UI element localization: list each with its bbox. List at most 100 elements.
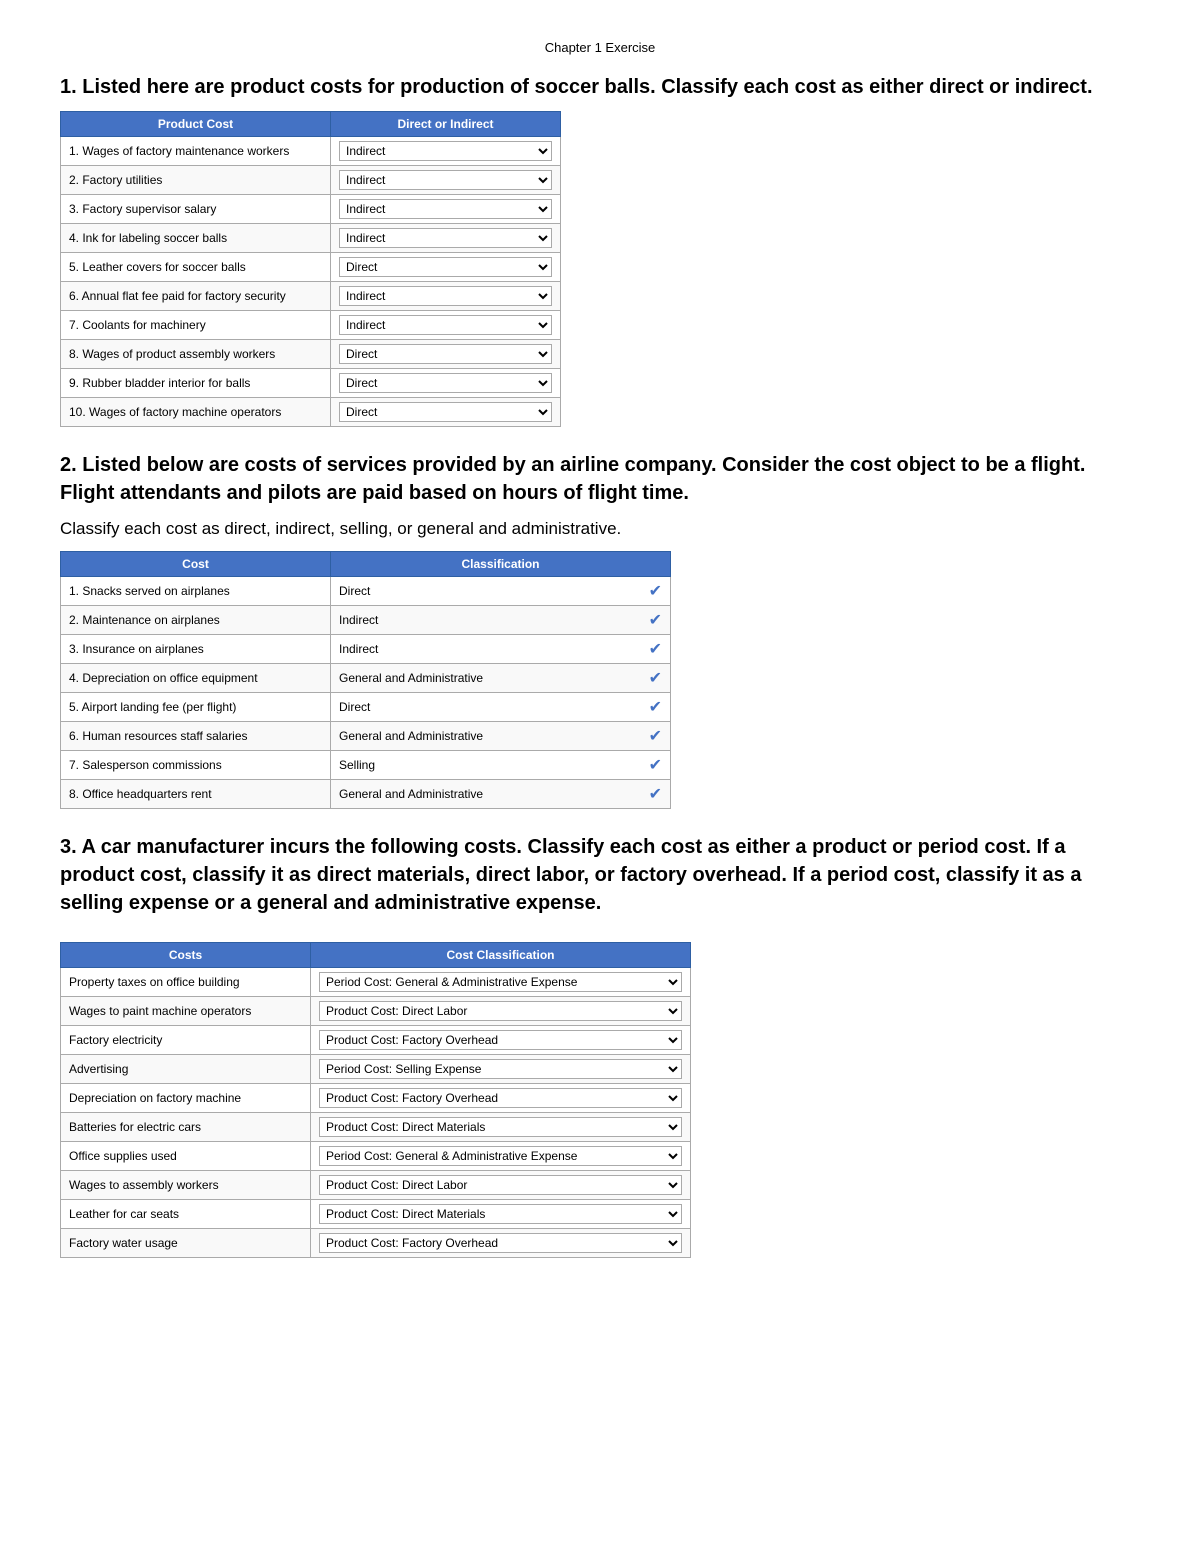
q3-classification-cell[interactable]: Period Cost: General & Administrative Ex… [311,1228,691,1257]
table-row: Depreciation on factory machine Period Co… [61,1083,691,1112]
q2-cost-cell: 6. Human resources staff salaries [61,721,331,750]
q1-classification-cell[interactable]: DirectIndirect [331,340,561,369]
q3-cost-cell: Advertising [61,1054,311,1083]
q1-classification-cell[interactable]: DirectIndirect [331,369,561,398]
q1-classification-cell[interactable]: DirectIndirect [331,398,561,427]
table-row: Leather for car seats Period Cost: Genera… [61,1199,691,1228]
q3-classification-cell[interactable]: Period Cost: General & Administrative Ex… [311,1112,691,1141]
question-1-block: 1. Listed here are product costs for pro… [60,73,1140,427]
q1-classification-cell[interactable]: DirectIndirect [331,166,561,195]
q3-cost-cell: Depreciation on factory machine [61,1083,311,1112]
q1-classification-select[interactable]: DirectIndirect [339,286,552,306]
check-icon: ✔ [649,784,662,804]
table-row: Advertising Period Cost: General & Admini… [61,1054,691,1083]
q3-classification-cell[interactable]: Period Cost: General & Administrative Ex… [311,1054,691,1083]
q2-classification-cell: Indirect ✔ [331,605,671,634]
q2-cost-cell: 1. Snacks served on airplanes [61,576,331,605]
table-row: 4. Ink for labeling soccer ballsDirectIn… [61,224,561,253]
q1-classification-select[interactable]: DirectIndirect [339,373,552,393]
q1-classification-select[interactable]: DirectIndirect [339,199,552,219]
q1-classification-select[interactable]: DirectIndirect [339,344,552,364]
q1-classification-cell[interactable]: DirectIndirect [331,253,561,282]
question-3-block: 3. A car manufacturer incurs the followi… [60,833,1140,1258]
q1-classification-cell[interactable]: DirectIndirect [331,311,561,340]
table-row: 6. Annual flat fee paid for factory secu… [61,282,561,311]
q2-cost-cell: 7. Salesperson commissions [61,750,331,779]
q1-classification-cell[interactable]: DirectIndirect [331,224,561,253]
question-3-heading: 3. A car manufacturer incurs the followi… [60,833,1140,917]
table-row: Wages to paint machine operators Period C… [61,996,691,1025]
q1-classification-select[interactable]: DirectIndirect [339,228,552,248]
table-row: Factory water usagePeriod Cost: General … [61,1228,691,1257]
q3-classification-select[interactable]: Period Cost: General & Administrative Ex… [319,972,682,992]
q1-cost-cell: 7. Coolants for machinery [61,311,331,340]
q2-col-classification-header: Classification [331,551,671,576]
q3-classification-select[interactable]: Period Cost: General & Administrative Ex… [319,1146,682,1166]
q3-cost-cell: Wages to assembly workers [61,1170,311,1199]
q2-cost-cell: 8. Office headquarters rent [61,779,331,808]
table-row: 1. Snacks served on airplanesDirect✔ [61,576,671,605]
table-row: 9. Rubber bladder interior for balls Dire… [61,369,561,398]
q2-classification-text: General and Administrative [339,729,641,743]
table-row: 1. Wages of factory maintenance workers D… [61,137,561,166]
table-row: Batteries for electric carsPeriod Cost: … [61,1112,691,1141]
q1-classification-select[interactable]: DirectIndirect [339,170,552,190]
q2-classification-text: Indirect [339,613,641,627]
q3-classification-select[interactable]: Period Cost: General & Administrative Ex… [319,1117,682,1137]
question-2-block: 2. Listed below are costs of services pr… [60,451,1140,809]
q1-classification-cell[interactable]: DirectIndirect [331,282,561,311]
q3-cost-cell: Leather for car seats [61,1199,311,1228]
q1-cost-cell: 8. Wages of product assembly workers [61,340,331,369]
q3-classification-cell[interactable]: Period Cost: General & Administrative Ex… [311,1083,691,1112]
question-1-table: Product Cost Direct or Indirect 1. Wages… [60,111,561,427]
q1-classification-select[interactable]: DirectIndirect [339,402,552,422]
q3-classification-cell[interactable]: Period Cost: General & Administrative Ex… [311,1170,691,1199]
q2-classification-cell: General and Administrative ✔ [331,779,671,808]
table-row: 8. Wages of product assembly workers Dire… [61,340,561,369]
check-icon: ✔ [649,726,662,746]
q3-classification-select[interactable]: Period Cost: General & Administrative Ex… [319,1030,682,1050]
q1-cost-cell: 9. Rubber bladder interior for balls [61,369,331,398]
q1-classification-select[interactable]: DirectIndirect [339,141,552,161]
q3-classification-cell[interactable]: Period Cost: General & Administrative Ex… [311,967,691,996]
q3-classification-select[interactable]: Period Cost: General & Administrative Ex… [319,1233,682,1253]
q2-cost-cell: 4. Depreciation on office equipment [61,663,331,692]
q1-classification-select[interactable]: DirectIndirect [339,257,552,277]
q1-col-cost-header: Product Cost [61,112,331,137]
table-row: 5. Leather covers for soccer balls Direct… [61,253,561,282]
q1-classification-cell[interactable]: DirectIndirect [331,195,561,224]
table-row: 4. Depreciation on office equipmentGener… [61,663,671,692]
q2-classification-text: General and Administrative [339,787,641,801]
table-row: Factory electricityPeriod Cost: General … [61,1025,691,1054]
q2-col-cost-header: Cost [61,551,331,576]
q3-classification-cell[interactable]: Period Cost: General & Administrative Ex… [311,996,691,1025]
q2-classification-cell: Direct✔ [331,576,671,605]
q1-cost-cell: 5. Leather covers for soccer balls [61,253,331,282]
q3-classification-select[interactable]: Period Cost: General & Administrative Ex… [319,1059,682,1079]
q2-classification-cell: General and Administrative ✔ [331,721,671,750]
q2-cost-cell: 3. Insurance on airplanes [61,634,331,663]
q1-col-classification-header: Direct or Indirect [331,112,561,137]
table-row: Office supplies usedPeriod Cost: General… [61,1141,691,1170]
q3-classification-select[interactable]: Period Cost: General & Administrative Ex… [319,1001,682,1021]
table-row: 7. Salesperson commissionsSelling✔ [61,750,671,779]
q2-classification-cell: General and Administrative✔ [331,663,671,692]
q2-classification-text: General and Administrative [339,671,641,685]
q3-cost-cell: Wages to paint machine operators [61,996,311,1025]
q3-classification-select[interactable]: Period Cost: General & Administrative Ex… [319,1088,682,1108]
table-row: Property taxes on office building Period … [61,967,691,996]
question-3-table: Costs Cost Classification Property taxes… [60,942,691,1258]
q2-cost-cell: 2. Maintenance on airplanes [61,605,331,634]
q3-classification-cell[interactable]: Period Cost: General & Administrative Ex… [311,1025,691,1054]
q3-classification-select[interactable]: Period Cost: General & Administrative Ex… [319,1175,682,1195]
q1-cost-cell: 1. Wages of factory maintenance workers [61,137,331,166]
q1-classification-select[interactable]: DirectIndirect [339,315,552,335]
check-icon: ✔ [649,610,662,630]
q3-classification-cell[interactable]: Period Cost: General & Administrative Ex… [311,1199,691,1228]
check-icon: ✔ [649,581,662,601]
q3-cost-cell: Property taxes on office building [61,967,311,996]
q1-classification-cell[interactable]: DirectIndirect [331,137,561,166]
q3-classification-select[interactable]: Period Cost: General & Administrative Ex… [319,1204,682,1224]
q1-cost-cell: 10. Wages of factory machine operators [61,398,331,427]
q3-classification-cell[interactable]: Period Cost: General & Administrative Ex… [311,1141,691,1170]
